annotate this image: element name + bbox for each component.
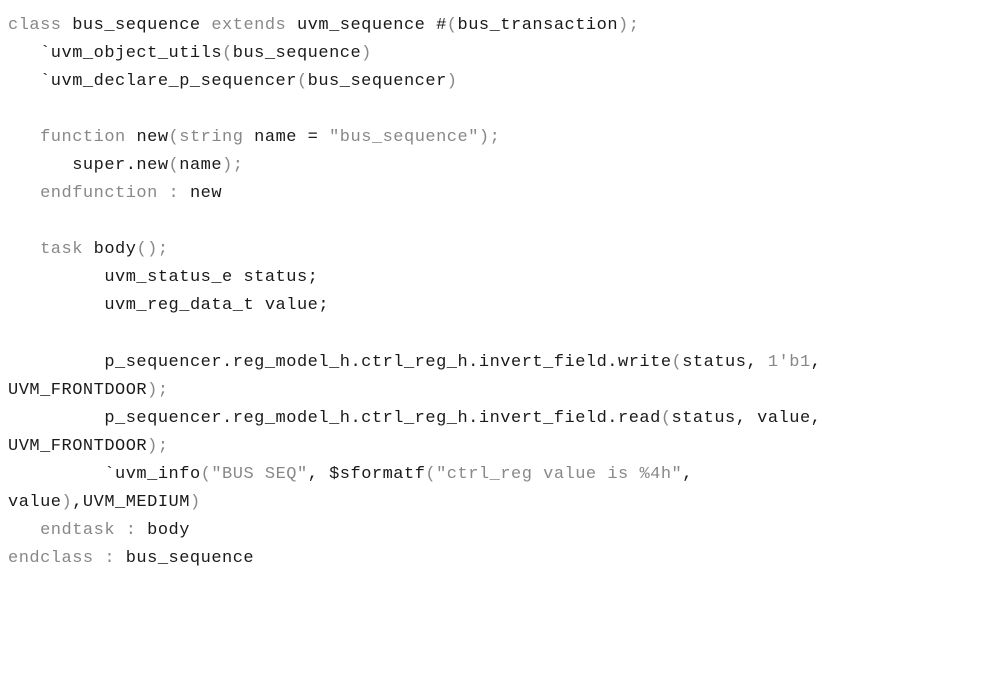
code-token: `uvm_info	[104, 465, 200, 484]
code-token: p_sequencer.reg_model_h.ctrl_reg_h.inver…	[104, 353, 671, 372]
code-token: ,	[682, 465, 703, 484]
code-line: value),UVM_MEDIUM)	[8, 493, 201, 512]
code-token: string	[179, 128, 254, 147]
code-token: task	[40, 240, 94, 259]
code-token: (	[201, 465, 212, 484]
code-token: UVM_FRONTDOOR	[8, 381, 147, 400]
code-token: "BUS SEQ"	[211, 465, 307, 484]
code-token: value	[8, 493, 62, 512]
code-token: )	[190, 493, 201, 512]
code-token: "ctrl_reg value is %4h"	[436, 465, 682, 484]
code-token: bus_sequencer	[308, 72, 447, 91]
code-token: , $sformatf	[308, 465, 426, 484]
code-token: endtask :	[40, 521, 147, 540]
code-token: (	[297, 72, 308, 91]
code-token: )	[361, 44, 372, 63]
code-token: )	[62, 493, 73, 512]
code-token: function	[40, 128, 136, 147]
code-line: endclass : bus_sequence	[8, 549, 254, 568]
code-token: body	[147, 521, 190, 540]
code-line: uvm_reg_data_t value;	[8, 296, 329, 315]
code-token: status,	[682, 353, 768, 372]
code-token: new	[190, 184, 222, 203]
code-token: (	[222, 44, 233, 63]
code-line: endfunction : new	[8, 184, 222, 203]
code-token: `uvm_declare_p_sequencer	[40, 72, 297, 91]
code-token: 1'b1	[768, 353, 811, 372]
code-line: p_sequencer.reg_model_h.ctrl_reg_h.inver…	[8, 409, 832, 428]
code-line: endtask : body	[8, 521, 190, 540]
code-line: `uvm_declare_p_sequencer(bus_sequencer)	[8, 72, 457, 91]
code-line: uvm_status_e status;	[8, 268, 318, 287]
code-token: name =	[254, 128, 329, 147]
code-token: class	[8, 16, 72, 35]
code-token: );	[479, 128, 500, 147]
code-token: bus_sequence	[233, 44, 361, 63]
code-token: endfunction :	[40, 184, 190, 203]
code-token: (	[672, 353, 683, 372]
code-token: uvm_reg_data_t value;	[104, 296, 329, 315]
code-token: );	[222, 156, 243, 175]
code-line: task body();	[8, 240, 169, 259]
code-token: (	[169, 128, 180, 147]
code-token: bus_transaction	[458, 16, 619, 35]
code-token: new	[136, 128, 168, 147]
code-token: )	[447, 72, 458, 91]
code-token: extends	[201, 16, 297, 35]
code-line: p_sequencer.reg_model_h.ctrl_reg_h.inver…	[8, 353, 832, 372]
code-line: `uvm_object_utils(bus_sequence)	[8, 44, 372, 63]
code-token: );	[147, 437, 168, 456]
code-line: super.new(name);	[8, 156, 243, 175]
code-token: ,UVM_MEDIUM	[72, 493, 190, 512]
code-line: function new(string name = "bus_sequence…	[8, 128, 500, 147]
code-token: );	[147, 381, 168, 400]
code-token: (	[425, 465, 436, 484]
code-token: super.new	[72, 156, 168, 175]
code-line: UVM_FRONTDOOR);	[8, 381, 169, 400]
code-token: endclass :	[8, 549, 126, 568]
code-line: class bus_sequence extends uvm_sequence …	[8, 16, 639, 35]
code-token: UVM_FRONTDOOR	[8, 437, 147, 456]
code-line: `uvm_info("BUS SEQ", $sformatf("ctrl_reg…	[8, 465, 704, 484]
code-token: "bus_sequence"	[329, 128, 479, 147]
code-token: `uvm_object_utils	[40, 44, 222, 63]
code-token: );	[618, 16, 639, 35]
code-token: uvm_status_e status;	[104, 268, 318, 287]
code-token: (	[661, 409, 672, 428]
code-token: body	[94, 240, 137, 259]
code-token: bus_sequence	[126, 549, 254, 568]
code-token: bus_sequence	[72, 16, 200, 35]
code-token: ,	[811, 353, 832, 372]
code-token: name	[179, 156, 222, 175]
code-token: (	[447, 16, 458, 35]
code-token: ();	[136, 240, 168, 259]
code-token: uvm_sequence #	[297, 16, 447, 35]
code-token: (	[169, 156, 180, 175]
code-token: p_sequencer.reg_model_h.ctrl_reg_h.inver…	[104, 409, 661, 428]
code-token: status, value,	[672, 409, 833, 428]
code-block: class bus_sequence extends uvm_sequence …	[8, 12, 987, 573]
code-line: UVM_FRONTDOOR);	[8, 437, 169, 456]
